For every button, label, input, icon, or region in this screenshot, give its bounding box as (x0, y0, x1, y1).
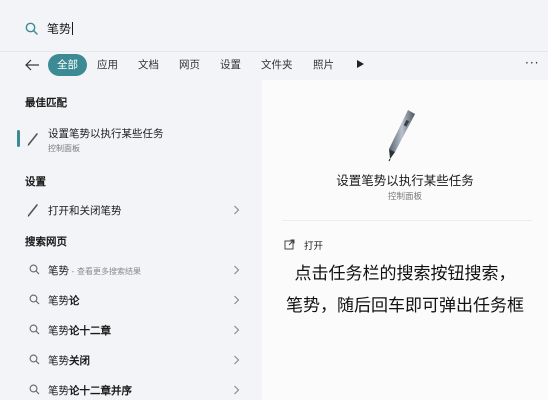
tab-settings[interactable]: 设置 (220, 54, 241, 76)
text-caret (72, 22, 74, 35)
chevron-right-icon (234, 385, 240, 395)
caption-line-2: 笔势，随后回车即可弹出任务框 (286, 296, 524, 316)
web-result-row[interactable]: 笔势关闭 (17, 348, 257, 372)
more-options-button[interactable]: ··· (525, 56, 539, 70)
chevron-right-icon (234, 205, 240, 215)
filter-bar: 全部 应用 文档 网页 设置 文件夹 照片 ··· (0, 52, 548, 80)
chevron-right-icon (234, 355, 240, 365)
web-result-suffix: 关闭 (69, 355, 90, 367)
search-input[interactable]: 笔势 (47, 20, 74, 37)
web-result-label: 笔势论 (48, 293, 80, 308)
web-result-suffix: 论 (69, 295, 80, 307)
web-result-suffix: 论十二章 (69, 325, 111, 337)
web-result-query: 笔势 (48, 355, 69, 367)
detail-subtitle: 控制面板 (387, 192, 422, 202)
tab-documents[interactable]: 文档 (138, 54, 159, 76)
web-result-label: 笔势论十二章 (48, 323, 111, 338)
selection-indicator (17, 130, 20, 147)
web-result-query: 笔势 (48, 295, 69, 307)
web-result-label: 笔势 - 查看更多搜索结果 (48, 263, 141, 278)
pen-icon (388, 110, 415, 162)
detail-pane: 设置笔势以执行某些任务 控制面板 打开 (262, 80, 548, 400)
caption-line-1: 点击任务栏的搜索按钮搜索， (294, 264, 516, 284)
results-list: 最佳匹配 设置笔势以执行某些任务 控制面板 设置 打开和关闭笔势 搜索网页 笔势… (0, 80, 262, 400)
search-icon (29, 384, 40, 395)
tab-apps[interactable]: 应用 (97, 54, 118, 76)
tab-folders[interactable]: 文件夹 (261, 54, 293, 76)
web-result-suffix: 论十二章并序 (69, 385, 132, 397)
web-result-label: 笔势关闭 (48, 353, 90, 368)
best-match-title: 设置笔势以执行某些任务 (48, 128, 164, 140)
settings-heading: 设置 (25, 176, 46, 188)
chevron-right-icon (234, 265, 240, 275)
search-icon (29, 294, 40, 305)
open-external-icon (284, 239, 295, 250)
search-icon (25, 22, 38, 35)
settings-item-label: 打开和关闭笔势 (48, 205, 122, 217)
web-result-label: 笔势论十二章并序 (48, 383, 132, 398)
more-filters-play-icon[interactable] (357, 60, 364, 68)
search-icon (29, 264, 40, 275)
settings-item[interactable]: 打开和关闭笔势 (17, 198, 257, 222)
best-match-item[interactable]: 设置笔势以执行某些任务 控制面板 (17, 121, 257, 157)
pen-icon (27, 204, 38, 217)
search-bar: 笔势 (0, 0, 548, 52)
web-result-query: 笔势 (48, 265, 69, 277)
tab-photos[interactable]: 照片 (313, 54, 334, 76)
tab-web[interactable]: 网页 (179, 54, 200, 76)
web-result-row[interactable]: 笔势论十二章并序 (17, 378, 257, 400)
chevron-right-icon (234, 295, 240, 305)
detail-title: 设置笔势以执行某些任务 (336, 173, 474, 188)
web-result-hint: - 查看更多搜索结果 (69, 267, 141, 276)
search-icon (29, 324, 40, 335)
open-label: 打开 (304, 241, 324, 252)
chevron-right-icon (234, 325, 240, 335)
web-result-row[interactable]: 笔势论 (17, 288, 257, 312)
web-result-row[interactable]: 笔势论十二章 (17, 318, 257, 342)
open-action[interactable]: 打开 (282, 237, 402, 253)
search-icon (29, 354, 40, 365)
best-match-heading: 最佳匹配 (25, 97, 67, 109)
divider (282, 220, 532, 221)
web-result-query: 笔势 (48, 325, 69, 337)
pen-icon (27, 133, 38, 146)
tab-all[interactable]: 全部 (48, 54, 87, 76)
search-query: 笔势 (47, 22, 72, 36)
caption-text: 点击任务栏的搜索按钮搜索， 笔势，随后回车即可弹出任务框 (262, 258, 548, 322)
web-result-query: 笔势 (48, 385, 69, 397)
web-result-row[interactable]: 笔势 - 查看更多搜索结果 (17, 258, 257, 282)
best-match-subtitle: 控制面板 (48, 144, 80, 153)
back-arrow-icon[interactable] (24, 58, 40, 72)
web-search-heading: 搜索网页 (25, 236, 67, 248)
